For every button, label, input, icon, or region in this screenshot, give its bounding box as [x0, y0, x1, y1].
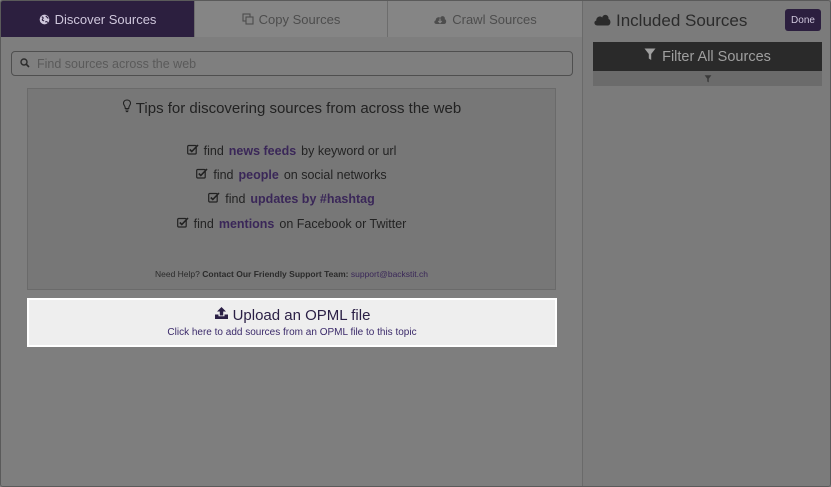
tip-highlight: news feeds [228, 144, 297, 158]
included-heading: Included Sources [593, 9, 747, 33]
tip-item: find news feeds by keyword or url [28, 144, 555, 158]
tip-pre: find [193, 217, 214, 231]
tab-crawl-sources[interactable]: Crawl Sources [388, 1, 582, 37]
checkbox-checked-icon [196, 168, 208, 182]
filter-all-sources-button[interactable]: Filter All Sources [593, 42, 822, 71]
source-tabs: Discover Sources Copy Sources Crawl Sour… [1, 1, 582, 37]
tips-title-text: Tips for discovering sources from across… [135, 99, 462, 117]
cloud-download-icon [433, 14, 447, 25]
tip-post: by keyword or url [301, 144, 397, 158]
done-button[interactable]: Done [785, 9, 821, 31]
tip-pre: find [203, 144, 224, 158]
tab-copy-label: Copy Sources [258, 11, 341, 27]
tip-item: find mentions on Facebook or Twitter [28, 217, 555, 231]
checkbox-checked-icon [176, 217, 189, 231]
upload-subtitle: Click here to add sources from an OPML f… [167, 327, 417, 338]
help-prefix: Need Help? [154, 269, 200, 279]
checkbox-checked-icon [186, 144, 199, 158]
support-email-link[interactable]: support@backstit.ch [351, 269, 428, 279]
lightbulb-icon [122, 99, 132, 117]
globe-icon [39, 14, 50, 25]
search-bar [11, 51, 573, 76]
upload-opml-button[interactable]: Upload an OPML file Click here to add so… [27, 298, 557, 347]
tip-item: find updates by #hashtag [28, 192, 555, 206]
discover-pane: Discover Sources Copy Sources Crawl Sour… [1, 1, 582, 486]
upload-icon [214, 306, 229, 324]
filter-small-icon [704, 70, 712, 88]
filter-label: Filter All Sources [662, 48, 771, 65]
tab-copy-sources[interactable]: Copy Sources [195, 1, 388, 37]
included-sources-pane: Included Sources Done Filter All Sources [582, 1, 830, 486]
upload-heading: Upload an OPML file [29, 306, 555, 324]
filter-toggle-bar[interactable] [593, 71, 822, 86]
included-title-text: Included Sources [616, 11, 748, 30]
tab-discover-label: Discover Sources [54, 11, 157, 27]
tip-pre: find [213, 168, 234, 182]
tip-highlight: mentions [218, 217, 275, 231]
tip-highlight: people [238, 168, 279, 182]
tip-pre: find [225, 192, 246, 206]
tab-discover-sources[interactable]: Discover Sources [1, 1, 195, 37]
app-window: Discover Sources Copy Sources Crawl Sour… [0, 0, 831, 487]
upload-title-text: Upload an OPML file [232, 306, 371, 324]
copy-icon [242, 13, 254, 25]
tip-highlight: updates by #hashtag [250, 192, 375, 206]
tab-crawl-label: Crawl Sources [452, 11, 537, 27]
tips-panel: Tips for discovering sources from across… [27, 88, 556, 290]
checkbox-checked-icon [208, 192, 220, 206]
help-bold: Contact Our Friendly Support Team: [202, 269, 349, 279]
tip-item: find people on social networks [28, 168, 555, 182]
filter-icon [644, 48, 656, 65]
search-icon [20, 55, 30, 73]
tip-post: on social networks [283, 168, 387, 182]
help-text: Need Help? Contact Our Friendly Support … [28, 269, 555, 279]
search-input[interactable] [37, 56, 572, 71]
cloud-icon [593, 11, 611, 31]
tips-heading: Tips for discovering sources from across… [28, 99, 555, 117]
tip-post: on Facebook or Twitter [279, 217, 407, 231]
